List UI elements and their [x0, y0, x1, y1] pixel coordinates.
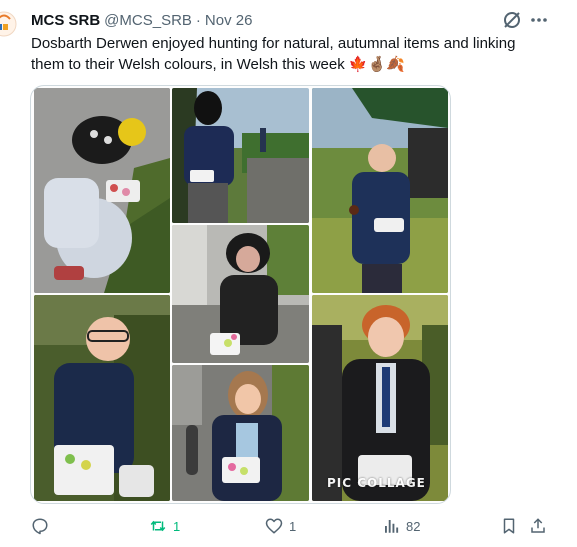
photo-tile[interactable]: [172, 365, 309, 501]
retweet-button[interactable]: 1: [149, 513, 180, 539]
reply-icon: [32, 518, 48, 535]
grok-icon[interactable]: [502, 10, 522, 30]
avatar[interactable]: [0, 10, 18, 38]
views-count: 82: [406, 518, 421, 534]
author-name[interactable]: MCS SRB: [31, 12, 100, 29]
views-button[interactable]: 82: [382, 513, 420, 539]
post-header: MCS SRB @MCS_SRB · Nov 26: [31, 10, 252, 30]
photo-tile[interactable]: [172, 88, 309, 223]
action-bar: 1 1 82: [0, 513, 577, 539]
more-icon[interactable]: [528, 10, 550, 30]
views-icon: [385, 520, 399, 533]
photo-tile[interactable]: [34, 88, 170, 293]
like-count: 1: [289, 518, 297, 534]
bookmark-button[interactable]: [500, 513, 518, 539]
photo-collage[interactable]: [30, 85, 451, 504]
reply-button[interactable]: [31, 513, 55, 539]
photo-tile[interactable]: [172, 225, 309, 363]
photo-tile[interactable]: [34, 295, 170, 501]
separator-dot: ·: [195, 11, 201, 29]
post-text: Dosbarth Derwen enjoyed hunting for natu…: [31, 35, 516, 73]
share-button[interactable]: [529, 513, 547, 539]
photo-tile[interactable]: [312, 295, 448, 501]
collage-watermark: PIC COLLAGE: [327, 476, 426, 490]
like-icon: [265, 518, 283, 534]
retweet-icon: [150, 520, 166, 532]
bookmark-icon: [503, 518, 515, 534]
like-button[interactable]: 1: [265, 513, 296, 539]
retweet-count: 1: [173, 518, 181, 534]
post-date[interactable]: Nov 26: [205, 12, 253, 29]
share-icon: [531, 518, 545, 533]
author-handle[interactable]: @MCS_SRB: [104, 12, 192, 29]
photo-tile[interactable]: [312, 88, 448, 293]
